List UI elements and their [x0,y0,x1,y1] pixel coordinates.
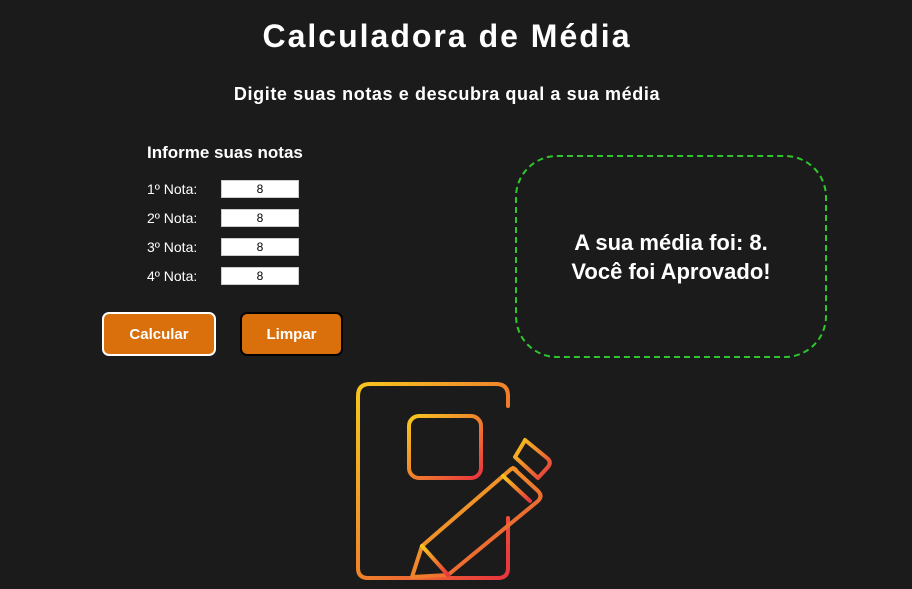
grade-input-2[interactable] [221,209,299,227]
page-subtitle: Digite suas notas e descubra qual a sua … [233,84,661,104]
grade-label-2: 2º Nota: [147,210,198,226]
grade-label-1: 1º Nota: [147,181,198,197]
grade-row-1: 1º Nota: [147,179,299,199]
grade-input-3[interactable] [221,238,299,256]
page-title: Calculadora de Média [262,18,632,54]
grade-row-2: 2º Nota: [147,208,299,228]
clear-button[interactable]: Limpar [240,312,343,356]
result-status-text: Você foi Aprovado! [571,258,771,284]
result-average-text: A sua média foi: 8. [574,229,768,255]
grade-input-4[interactable] [221,267,299,285]
result-box: A sua média foi: 8. Você foi Aprovado! [515,155,827,358]
grade-input-1[interactable] [221,180,299,198]
form-heading: Informe suas notas [147,143,303,162]
grade-row-4: 4º Nota: [147,266,299,286]
calculate-button[interactable]: Calcular [102,312,216,356]
notebook-pencil-icon [356,382,552,580]
grade-label-4: 4º Nota: [147,268,198,284]
grade-row-3: 3º Nota: [147,237,299,257]
grade-label-3: 3º Nota: [147,239,198,255]
page: Calculadora de Média Digite suas notas e… [0,0,912,589]
